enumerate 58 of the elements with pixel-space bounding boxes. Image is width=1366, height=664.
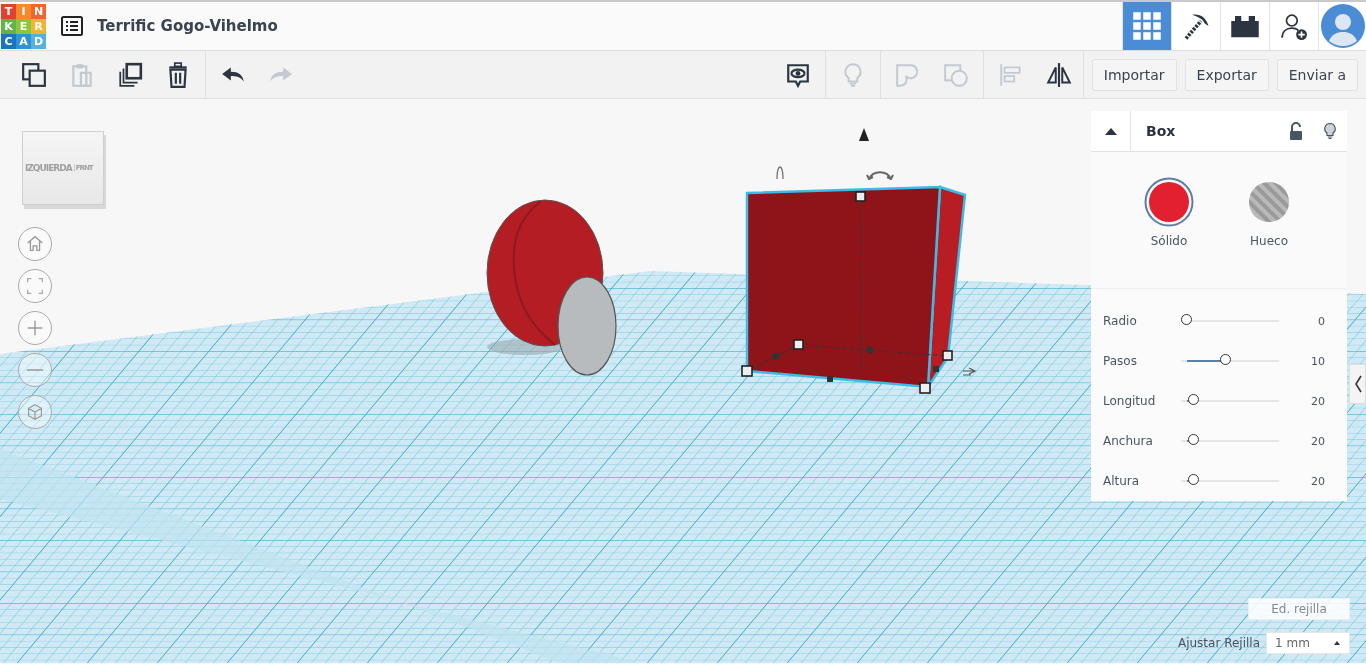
- shape-name: Box: [1145, 123, 1177, 139]
- align-icon: [997, 61, 1024, 88]
- design-title[interactable]: Terrific Gogo-Vihelmo: [97, 17, 278, 35]
- fit-view-icon: [24, 275, 46, 297]
- list-icon: [60, 14, 84, 38]
- avatar-icon: [1320, 4, 1365, 48]
- parameter-label: Longitud: [1103, 394, 1157, 408]
- parameter-label: Altura: [1103, 474, 1141, 488]
- logo[interactable]: T I N K E R C A D: [1, 3, 46, 49]
- snap-grid-label: Ajustar Rejilla: [1177, 636, 1260, 650]
- slider-thumb[interactable]: [1181, 314, 1192, 325]
- slider-thumb[interactable]: [1219, 354, 1231, 365]
- panel-collapse-tab[interactable]: [1349, 364, 1366, 404]
- rotate-arrow-icon[interactable]: [866, 171, 894, 180]
- design-list-button[interactable]: [59, 13, 85, 39]
- lift-arrow-icon[interactable]: [859, 128, 869, 141]
- cube-face-label: IZQUIERDA: [25, 163, 72, 173]
- stacked-squares-icon: [117, 61, 143, 88]
- copy-icon: [21, 61, 47, 88]
- caret-icon: [1333, 639, 1341, 647]
- toolbar-button[interactable]: Importar: [1091, 58, 1177, 91]
- selected-box-drawing[interactable]: [741, 185, 967, 394]
- mirror-icon: [1045, 61, 1072, 88]
- cylinder-drawing[interactable]: [486, 199, 617, 376]
- parameter-label: Anchura: [1103, 434, 1154, 448]
- grid-icon: [1132, 11, 1162, 41]
- brick-app-button[interactable]: [1220, 2, 1269, 50]
- shape-group-icon: [894, 61, 921, 88]
- parameter-value: 0: [1318, 314, 1326, 328]
- lightbulb-icon: [1321, 121, 1339, 141]
- add-user-button[interactable]: [1269, 2, 1318, 50]
- chevron-left-icon: [1352, 374, 1363, 394]
- parameter-value: 20: [1311, 434, 1326, 448]
- edit-grid-button[interactable]: Ed. rejilla: [1248, 598, 1350, 620]
- toolbar-button[interactable]: Enviar a: [1276, 58, 1358, 91]
- parameter-value: 20: [1311, 394, 1326, 408]
- slider-thumb[interactable]: [1187, 474, 1199, 485]
- slider-thumb[interactable]: [1187, 394, 1199, 405]
- snap-grid-dropdown[interactable]: 1 mm: [1266, 632, 1350, 654]
- parameter-label: Pasos: [1103, 354, 1138, 368]
- clipboard-icon: [69, 61, 95, 88]
- square-circle-icon: [942, 61, 969, 88]
- add-user-icon: [1280, 12, 1308, 40]
- toolbar-button[interactable]: Exportar: [1184, 58, 1269, 91]
- parameter-value: 10: [1311, 354, 1326, 368]
- hole-mode-button[interactable]: Hueco: [1234, 176, 1304, 256]
- parameter-value: 20: [1311, 474, 1326, 488]
- pickaxe-app-button[interactable]: [1171, 2, 1220, 50]
- slider-thumb[interactable]: [1187, 434, 1199, 445]
- unlock-icon: [1287, 121, 1305, 141]
- color-swatch-icon: [1143, 176, 1195, 228]
- solid-mode-button[interactable]: Sólido: [1134, 176, 1204, 256]
- eye-speech-bubble-icon: [784, 61, 811, 88]
- logo-letter: N: [31, 3, 46, 19]
- home-button[interactable]: [18, 227, 52, 261]
- logo-letter: T: [1, 3, 16, 19]
- parameter-label: Radio: [1103, 314, 1138, 328]
- logo-letter: I: [16, 3, 31, 19]
